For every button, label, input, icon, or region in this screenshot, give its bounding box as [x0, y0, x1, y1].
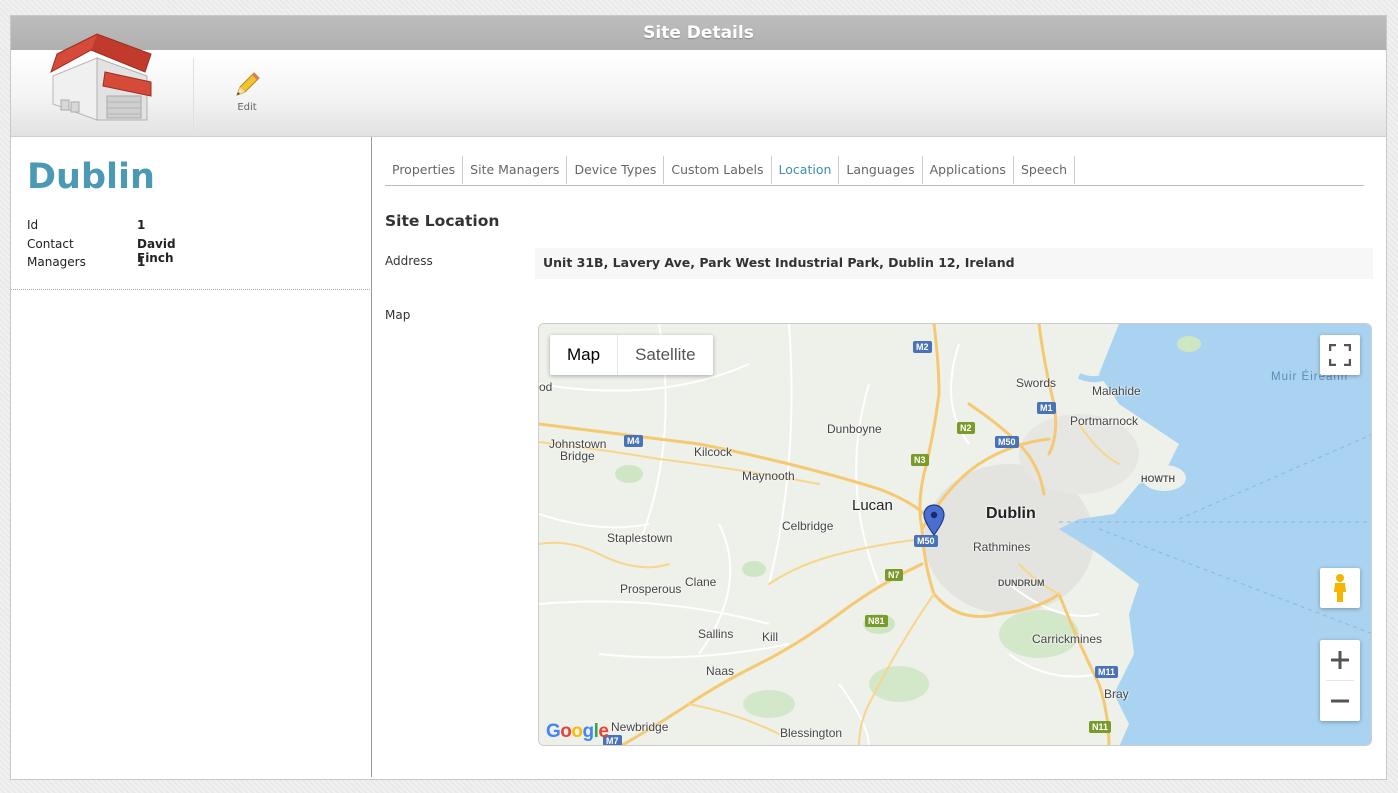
- map-place-label: HOWTH: [1141, 474, 1175, 484]
- map-place-label: Staplestown: [607, 531, 673, 545]
- toolbar-divider: [193, 58, 194, 130]
- site-details-window: Site Details Edit Dublin Id 1 Contact Da…: [10, 15, 1387, 780]
- map-place-label: Newbridge: [611, 720, 669, 734]
- map-place-label: Rathmines: [973, 540, 1031, 554]
- road-shield: N3: [911, 454, 929, 466]
- map-place-label: Bridge: [560, 449, 595, 463]
- road-shield: N11: [1089, 721, 1112, 733]
- map-type-satellite-button[interactable]: Satellite: [618, 335, 712, 375]
- map-place-label: Maynooth: [742, 469, 795, 483]
- pegman-icon: [1334, 574, 1346, 602]
- map-type-map-button[interactable]: Map: [550, 335, 619, 375]
- info-label: Contact: [27, 236, 74, 251]
- minus-icon: [1331, 699, 1349, 703]
- info-label: Managers: [27, 255, 86, 269]
- zoom-out-button[interactable]: [1320, 681, 1360, 721]
- info-value: 1: [137, 218, 146, 232]
- map-place-label: Kilcock: [694, 445, 733, 459]
- map-place-label: Dublin: [986, 505, 1036, 522]
- map-place-label: Lucan: [852, 497, 893, 514]
- location-pin-icon[interactable]: [923, 504, 945, 536]
- tab-device-types[interactable]: Device Types: [567, 156, 665, 184]
- tab-languages[interactable]: Languages: [839, 156, 923, 184]
- tab-speech[interactable]: Speech: [1014, 156, 1075, 184]
- map-place-label: Dunboyne: [827, 422, 882, 436]
- window-title: Site Details: [11, 16, 1386, 50]
- site-name: Dublin: [27, 157, 155, 197]
- road-shield: N7: [885, 569, 903, 581]
- map-type-control: Map Satellite: [550, 335, 713, 375]
- map-place-label: od: [539, 380, 553, 394]
- map-place-label: Bray: [1104, 687, 1129, 701]
- road-shield: N2: [957, 422, 975, 434]
- map-place-label: Swords: [1016, 376, 1057, 390]
- toolbar: Edit: [11, 33, 1386, 137]
- tab-location[interactable]: Location: [772, 156, 840, 184]
- map-place-label: Portmarnock: [1070, 414, 1139, 428]
- map-place-label: Clane: [685, 575, 717, 589]
- map-place-label: Naas: [706, 664, 735, 678]
- section-title: Site Location: [385, 212, 500, 230]
- map-place-label: Carrickmines: [1032, 632, 1103, 646]
- road-shield: M4: [624, 435, 643, 447]
- map-place-label: DUNDRUM: [998, 578, 1045, 588]
- road-shield: M2: [913, 341, 932, 353]
- site-summary-panel: Dublin Id 1 Contact David Finch Managers…: [11, 137, 372, 777]
- fullscreen-icon: [1329, 344, 1351, 366]
- tab-bar: Properties Site Managers Device Types Cu…: [385, 156, 1364, 186]
- fullscreen-button[interactable]: [1320, 335, 1360, 375]
- address-value: Unit 31B, Lavery Ave, Park West Industri…: [535, 248, 1373, 279]
- edit-button[interactable]: Edit: [229, 70, 265, 113]
- map-place-label: Kill: [762, 630, 779, 644]
- info-value: 1: [137, 255, 146, 269]
- edit-label: Edit: [237, 102, 257, 113]
- site-details-panel: Properties Site Managers Device Types Cu…: [373, 137, 1386, 777]
- street-view-button[interactable]: [1320, 568, 1360, 608]
- map-place-label: Sallins: [698, 627, 734, 641]
- tab-applications[interactable]: Applications: [923, 156, 1014, 184]
- divider: [11, 289, 372, 290]
- pencil-icon: [236, 72, 260, 96]
- tab-custom-labels[interactable]: Custom Labels: [664, 156, 772, 184]
- road-shield: N81: [865, 615, 888, 627]
- address-label: Address: [385, 254, 433, 268]
- map-place-label: Celbridge: [782, 519, 834, 533]
- map-label: Map: [385, 308, 411, 322]
- info-label: Id: [27, 218, 39, 232]
- map-place-label: Malahide: [1092, 384, 1141, 398]
- zoom-control: [1320, 640, 1360, 721]
- google-logo: Google: [546, 721, 609, 742]
- road-shield: M50: [995, 436, 1019, 448]
- map-place-label: Prosperous: [620, 582, 682, 596]
- tab-properties[interactable]: Properties: [385, 156, 464, 184]
- tab-site-managers[interactable]: Site Managers: [463, 156, 568, 184]
- plus-icon: [1331, 651, 1349, 669]
- road-shield: M1: [1037, 402, 1056, 414]
- google-map[interactable]: od Swords Malahide Portmarnock HOWTH Dun…: [538, 323, 1372, 746]
- content-area: Dublin Id 1 Contact David Finch Managers…: [11, 137, 1386, 779]
- zoom-in-button[interactable]: [1320, 640, 1360, 680]
- building-icon: [50, 33, 152, 121]
- map-place-label: Blessington: [780, 726, 843, 740]
- road-shield: M50: [914, 535, 938, 547]
- road-shield: M11: [1095, 666, 1119, 678]
